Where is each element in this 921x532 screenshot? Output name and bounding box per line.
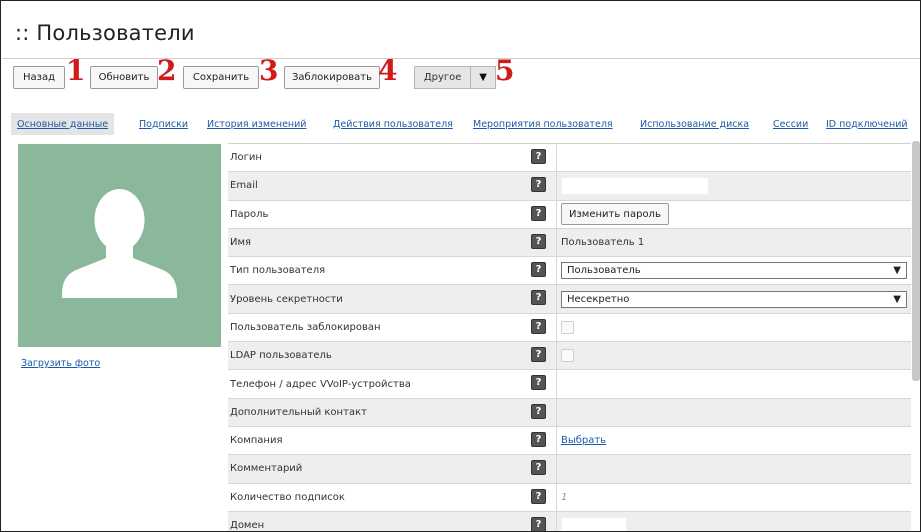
help-icon[interactable]: ? — [531, 516, 546, 531]
help-icon[interactable]: ? — [531, 177, 546, 193]
title-divider — [2, 58, 920, 59]
annotation-5: 5 — [495, 54, 515, 87]
scrollbar[interactable] — [912, 141, 920, 381]
ldap-checkbox[interactable] — [561, 349, 574, 363]
row-phone: Телефон / адрес VVoIP-устройства ? — [228, 370, 911, 399]
help-icon[interactable]: ? — [531, 375, 546, 391]
row-email: Email ? — [228, 172, 911, 201]
tab-disk-usage[interactable]: Использование диска — [640, 113, 749, 135]
row-user-type: Тип пользователя ? Пользователь ▼ — [228, 257, 911, 286]
row-subscriptions: Количество подписок ? 1 — [228, 483, 911, 512]
save-button[interactable]: Сохранить — [183, 66, 259, 89]
tab-sessions[interactable]: Сессии — [773, 113, 808, 135]
row-password: Пароль ? Изменить пароль — [228, 200, 911, 229]
tab-subscriptions[interactable]: Подписки — [139, 113, 188, 135]
user-type-label: Тип пользователя — [230, 265, 326, 277]
user-photo — [18, 144, 221, 347]
annotation-1: 1 — [66, 54, 86, 87]
help-icon[interactable]: ? — [531, 149, 546, 164]
row-ldap: LDAP пользователь ? — [228, 342, 911, 371]
name-value: Пользователь 1 — [561, 237, 645, 249]
row-blocked: Пользователь заблокирован ? — [228, 313, 911, 343]
user-type-select[interactable]: Пользователь ▼ — [561, 262, 907, 280]
other-dropdown-label[interactable]: Другое — [415, 67, 472, 88]
row-domain: Домен ? — [228, 511, 911, 531]
annotation-2: 2 — [157, 54, 177, 87]
tab-change-history[interactable]: История изменений — [207, 113, 306, 135]
annotation-3: 3 — [259, 54, 279, 87]
back-button[interactable]: Назад — [13, 66, 65, 89]
subscriptions-label: Количество подписок — [230, 491, 345, 503]
change-password-button[interactable]: Изменить пароль — [561, 203, 669, 226]
chevron-down-icon: ▼ — [893, 265, 901, 277]
help-icon[interactable]: ? — [531, 460, 546, 476]
row-name: Имя ? Пользователь 1 — [228, 228, 911, 258]
tab-user-events[interactable]: Мероприятия пользователя — [473, 113, 613, 135]
page-title: :: Пользователи — [15, 21, 195, 45]
secrecy-select[interactable]: Несекретно ▼ — [561, 290, 907, 308]
subscriptions-count: 1 — [561, 491, 568, 503]
domain-field[interactable] — [561, 516, 627, 531]
upload-photo-link[interactable]: Загрузить фото — [21, 358, 100, 369]
tab-connection-ids[interactable]: ID подключений — [826, 113, 908, 135]
user-form: Логин ? Email ? Пароль ? Изменить пароль… — [228, 143, 911, 531]
help-icon[interactable]: ? — [531, 290, 546, 306]
comment-label: Комментарий — [230, 463, 303, 475]
help-icon[interactable]: ? — [531, 233, 546, 249]
help-icon[interactable]: ? — [531, 431, 546, 447]
blocked-label: Пользователь заблокирован — [230, 321, 381, 333]
users-page: :: Пользователи Назад 1 Обновить 2 Сохра… — [0, 0, 921, 532]
email-field[interactable] — [561, 176, 709, 195]
company-label: Компания — [230, 435, 283, 447]
user-type-value: Пользователь — [567, 265, 641, 277]
blocked-checkbox[interactable] — [561, 320, 574, 334]
block-button[interactable]: Заблокировать — [284, 66, 380, 89]
ldap-label: LDAP пользователь — [230, 350, 332, 362]
domain-label: Домен — [230, 520, 265, 531]
login-label: Логин — [230, 152, 262, 164]
row-extra-contact: Дополнительный контакт ? — [228, 398, 911, 427]
user-silhouette-icon — [62, 189, 177, 298]
help-icon[interactable]: ? — [531, 403, 546, 419]
select-company-link[interactable]: Выбрать — [561, 435, 606, 446]
phone-label: Телефон / адрес VVoIP-устройства — [230, 378, 411, 390]
password-label: Пароль — [230, 208, 269, 220]
row-secrecy: Уровень секретности ? Несекретно ▼ — [228, 285, 911, 314]
name-label: Имя — [230, 237, 252, 249]
extra-contact-label: Дополнительный контакт — [230, 406, 367, 418]
annotation-4: 4 — [378, 54, 398, 87]
refresh-button[interactable]: Обновить — [90, 66, 158, 89]
chevron-down-icon: ▼ — [893, 293, 901, 305]
help-icon[interactable]: ? — [531, 205, 546, 221]
chevron-down-icon[interactable]: ▼ — [471, 67, 495, 88]
help-icon[interactable]: ? — [531, 318, 546, 334]
help-icon[interactable]: ? — [531, 488, 546, 504]
secrecy-value: Несекретно — [567, 293, 630, 305]
help-icon[interactable]: ? — [531, 347, 546, 363]
tab-user-actions[interactable]: Действия пользователя — [333, 113, 453, 135]
row-comment: Комментарий ? — [228, 455, 911, 484]
row-login: Логин ? — [228, 144, 911, 173]
secrecy-label: Уровень секретности — [230, 293, 343, 305]
row-company: Компания ? Выбрать — [228, 426, 911, 456]
other-dropdown[interactable]: Другое ▼ — [414, 66, 496, 89]
help-icon[interactable]: ? — [531, 262, 546, 278]
email-label: Email — [230, 180, 258, 192]
tab-main-data[interactable]: Основные данные — [11, 113, 115, 135]
